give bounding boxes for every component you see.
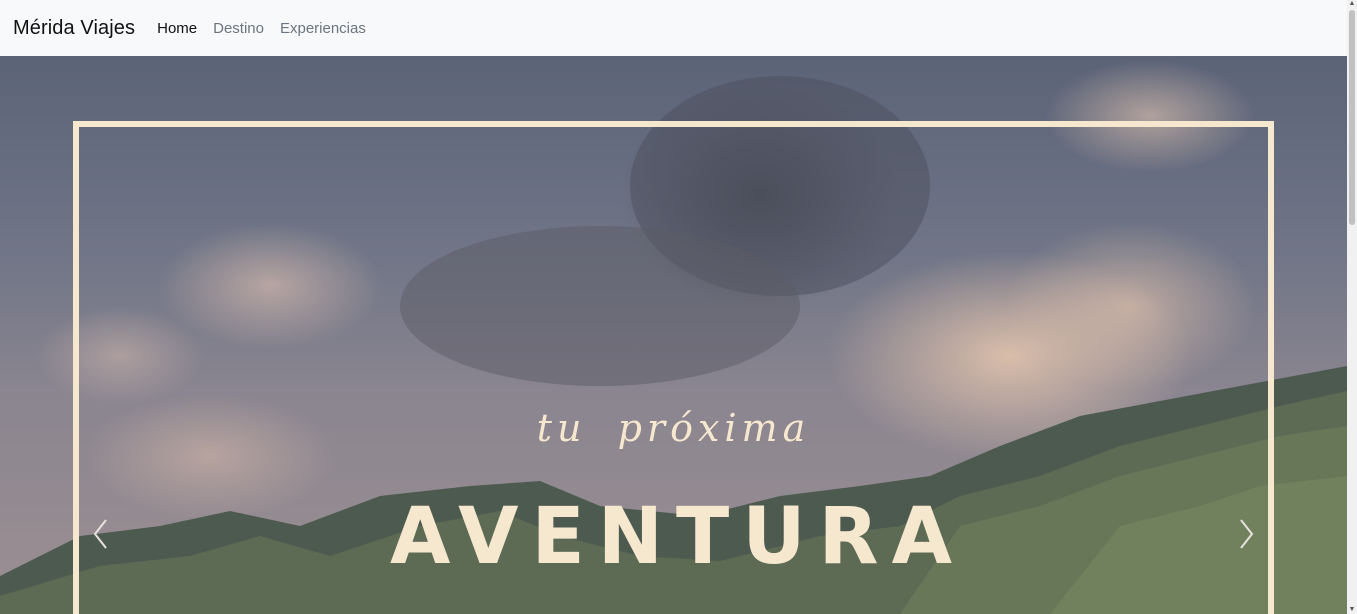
nav-link-destino[interactable]: Destino xyxy=(213,20,264,37)
hero-carousel: tu próxima AVENTURA xyxy=(0,56,1347,614)
carousel-next-button[interactable] xyxy=(1231,516,1261,552)
navbar: Mérida Viajes Home Destino Experiencias xyxy=(0,0,1347,56)
hero-subtitle: tu próxima xyxy=(536,406,811,450)
vertical-scrollbar[interactable]: ▲ ▼ xyxy=(1347,0,1357,614)
page: Mérida Viajes Home Destino Experiencias … xyxy=(0,0,1357,614)
chevron-right-icon xyxy=(1240,519,1254,549)
scrollbar-thumb[interactable] xyxy=(1349,10,1355,225)
brand-link[interactable]: Mérida Viajes xyxy=(13,17,135,40)
scroll-up-icon[interactable]: ▲ xyxy=(1348,0,1356,8)
scroll-down-icon[interactable]: ▼ xyxy=(1348,606,1356,614)
carousel-prev-button[interactable] xyxy=(86,516,116,552)
nav-link-home[interactable]: Home xyxy=(157,20,197,37)
hero-title: AVENTURA xyxy=(390,492,965,582)
nav-link-experiencias[interactable]: Experiencias xyxy=(280,20,366,37)
chevron-left-icon xyxy=(93,519,107,549)
